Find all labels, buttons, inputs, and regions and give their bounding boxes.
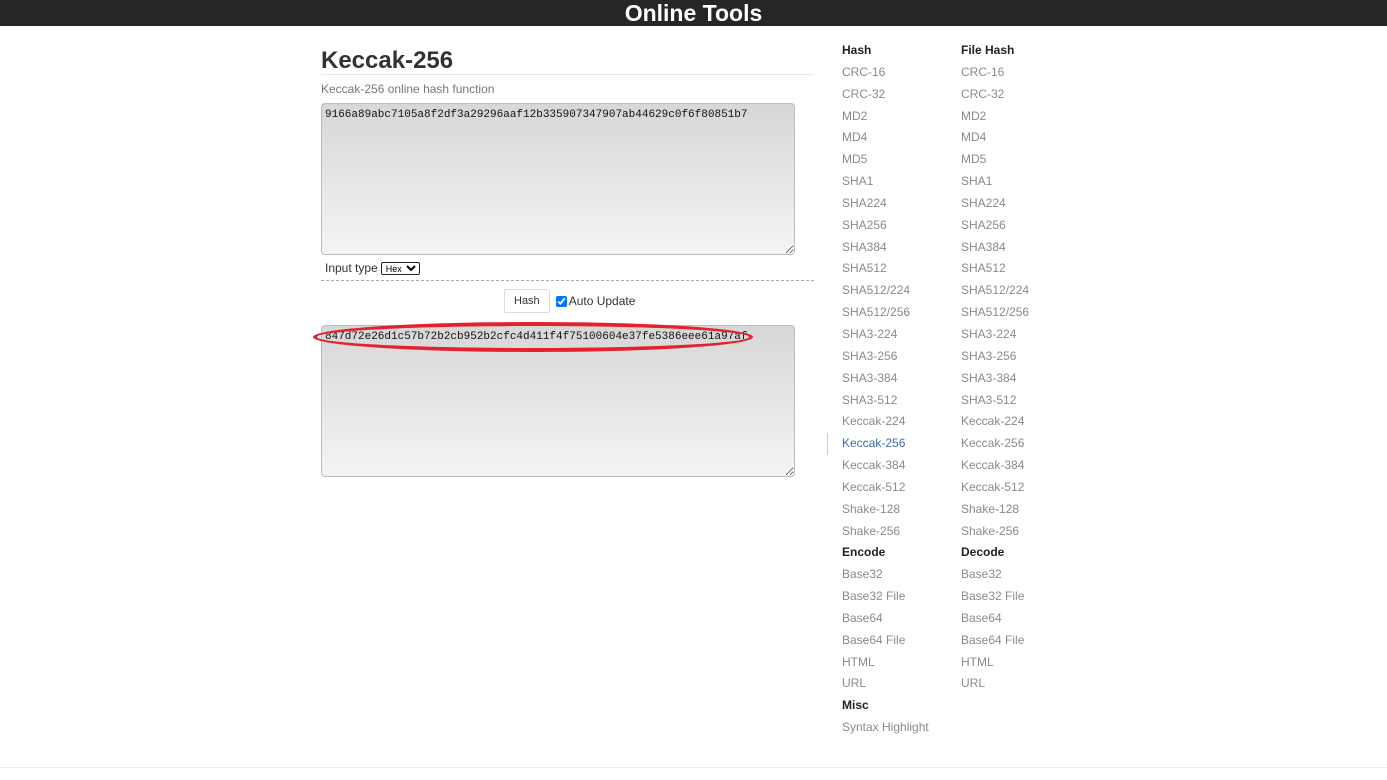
auto-update-toggle[interactable]: Auto Update bbox=[555, 294, 636, 308]
filehash-link-url[interactable]: URL bbox=[961, 673, 1029, 695]
filehash-link-keccak-512[interactable]: Keccak-512 bbox=[961, 477, 1029, 499]
filehash-link-keccak-224[interactable]: Keccak-224 bbox=[961, 411, 1029, 433]
hash-link-keccak-384[interactable]: Keccak-384 bbox=[842, 455, 929, 477]
filehash-link-md5[interactable]: MD5 bbox=[961, 149, 1029, 171]
hash-link-crc-16[interactable]: CRC-16 bbox=[842, 62, 929, 84]
filehash-link-sha224[interactable]: SHA224 bbox=[961, 193, 1029, 215]
filehash-link-md2[interactable]: MD2 bbox=[961, 106, 1029, 128]
filehash-header-file-hash: File Hash bbox=[961, 43, 1015, 57]
page-subtitle: Keccak-256 online hash function bbox=[321, 82, 495, 96]
footer-divider bbox=[0, 767, 1387, 768]
hash-header-misc: Misc bbox=[842, 698, 869, 713]
filehash-link-sha512-256[interactable]: SHA512/256 bbox=[961, 302, 1029, 324]
auto-update-checkbox[interactable] bbox=[555, 295, 567, 307]
input-type-select[interactable]: Hex bbox=[380, 261, 420, 275]
top-navbar: Online Tools bbox=[0, 0, 1387, 26]
filehash-link-base32-file[interactable]: Base32 File bbox=[961, 586, 1029, 608]
brand-link[interactable]: Online Tools bbox=[625, 0, 763, 26]
filehash-link-sha384[interactable]: SHA384 bbox=[961, 237, 1029, 259]
page-title: Keccak-256 bbox=[321, 47, 454, 74]
hash-header-hash: Hash bbox=[842, 43, 872, 57]
hash-header-encode: Encode bbox=[842, 545, 886, 560]
filehash-link-keccak-384[interactable]: Keccak-384 bbox=[961, 455, 1029, 477]
hash-link-sha512-256[interactable]: SHA512/256 bbox=[842, 302, 929, 324]
hash-button[interactable]: Hash bbox=[504, 289, 550, 313]
filehash-link-crc-32[interactable]: CRC-32 bbox=[961, 84, 1029, 106]
filehash-link-md4[interactable]: MD4 bbox=[961, 127, 1029, 149]
hash-link-sha256[interactable]: SHA256 bbox=[842, 215, 929, 237]
hash-link-keccak-512[interactable]: Keccak-512 bbox=[842, 477, 929, 499]
hash-link-keccak-256[interactable]: Keccak-256 bbox=[842, 433, 929, 455]
hash-link-sha512-224[interactable]: SHA512/224 bbox=[842, 280, 929, 302]
title-divider bbox=[321, 74, 814, 75]
hash-link-base64-file[interactable]: Base64 File bbox=[842, 630, 929, 652]
filehash-link-html[interactable]: HTML bbox=[961, 652, 1029, 674]
hash-link-sha3-224[interactable]: SHA3-224 bbox=[842, 324, 929, 346]
hash-link-base32[interactable]: Base32 bbox=[842, 564, 929, 586]
hash-link-sha1[interactable]: SHA1 bbox=[842, 171, 929, 193]
filehash-link-sha1[interactable]: SHA1 bbox=[961, 171, 1029, 193]
hash-link-md4[interactable]: MD4 bbox=[842, 127, 929, 149]
filehash-link-sha3-512[interactable]: SHA3-512 bbox=[961, 390, 1029, 412]
hash-link-keccak-224[interactable]: Keccak-224 bbox=[842, 411, 929, 433]
hash-link-sha384[interactable]: SHA384 bbox=[842, 237, 929, 259]
filehash-link-sha3-384[interactable]: SHA3-384 bbox=[961, 368, 1029, 390]
filehash-link-base64-file[interactable]: Base64 File bbox=[961, 630, 1029, 652]
input-textarea[interactable] bbox=[321, 103, 795, 255]
hash-link-base64[interactable]: Base64 bbox=[842, 608, 929, 630]
hash-link-html[interactable]: HTML bbox=[842, 652, 929, 674]
hash-link-shake-256[interactable]: Shake-256 bbox=[842, 521, 929, 543]
output-textarea[interactable] bbox=[321, 325, 795, 477]
auto-update-label: Auto Update bbox=[568, 294, 636, 308]
hash-link-sha224[interactable]: SHA224 bbox=[842, 193, 929, 215]
filehash-link-sha3-224[interactable]: SHA3-224 bbox=[961, 324, 1029, 346]
section-divider bbox=[321, 280, 814, 281]
filehash-link-keccak-256[interactable]: Keccak-256 bbox=[961, 433, 1029, 455]
filehash-link-shake-128[interactable]: Shake-128 bbox=[961, 499, 1029, 521]
hash-link-syntax-highlight[interactable]: Syntax Highlight bbox=[842, 717, 929, 739]
filehash-header-decode: Decode bbox=[961, 545, 1005, 560]
hash-link-sha512[interactable]: SHA512 bbox=[842, 258, 929, 280]
filehash-link-base32[interactable]: Base32 bbox=[961, 564, 1029, 586]
hash-link-sha3-384[interactable]: SHA3-384 bbox=[842, 368, 929, 390]
input-type-row: Input type Hex bbox=[325, 261, 420, 275]
hash-link-md5[interactable]: MD5 bbox=[842, 149, 929, 171]
filehash-link-crc-16[interactable]: CRC-16 bbox=[961, 62, 1029, 84]
sidebar-filehash-column: File Hash CRC-16 CRC-32 MD2 MD4 MD5 SHA1 SHA224… bbox=[961, 40, 1029, 695]
filehash-link-base64[interactable]: Base64 bbox=[961, 608, 1029, 630]
actions-row: Hash Auto Update bbox=[504, 289, 635, 313]
filehash-link-sha512[interactable]: SHA512 bbox=[961, 258, 1029, 280]
hash-link-md2[interactable]: MD2 bbox=[842, 106, 929, 128]
filehash-link-sha256[interactable]: SHA256 bbox=[961, 215, 1029, 237]
filehash-link-shake-256[interactable]: Shake-256 bbox=[961, 521, 1029, 543]
hash-link-shake-128[interactable]: Shake-128 bbox=[842, 499, 929, 521]
hash-link-base32-file[interactable]: Base32 File bbox=[842, 586, 929, 608]
hash-link-crc-32[interactable]: CRC-32 bbox=[842, 84, 929, 106]
hash-link-url[interactable]: URL bbox=[842, 673, 929, 695]
filehash-link-sha3-256[interactable]: SHA3-256 bbox=[961, 346, 1029, 368]
filehash-link-sha512-224[interactable]: SHA512/224 bbox=[961, 280, 1029, 302]
input-type-label: Input type bbox=[325, 261, 378, 275]
hash-link-sha3-512[interactable]: SHA3-512 bbox=[842, 390, 929, 412]
hash-link-sha3-256[interactable]: SHA3-256 bbox=[842, 346, 929, 368]
active-item-marker bbox=[827, 433, 828, 455]
sidebar-hash-column: Hash CRC-16 CRC-32 MD2 MD4 MD5 SHA1 SHA224 SHA25… bbox=[842, 40, 929, 739]
